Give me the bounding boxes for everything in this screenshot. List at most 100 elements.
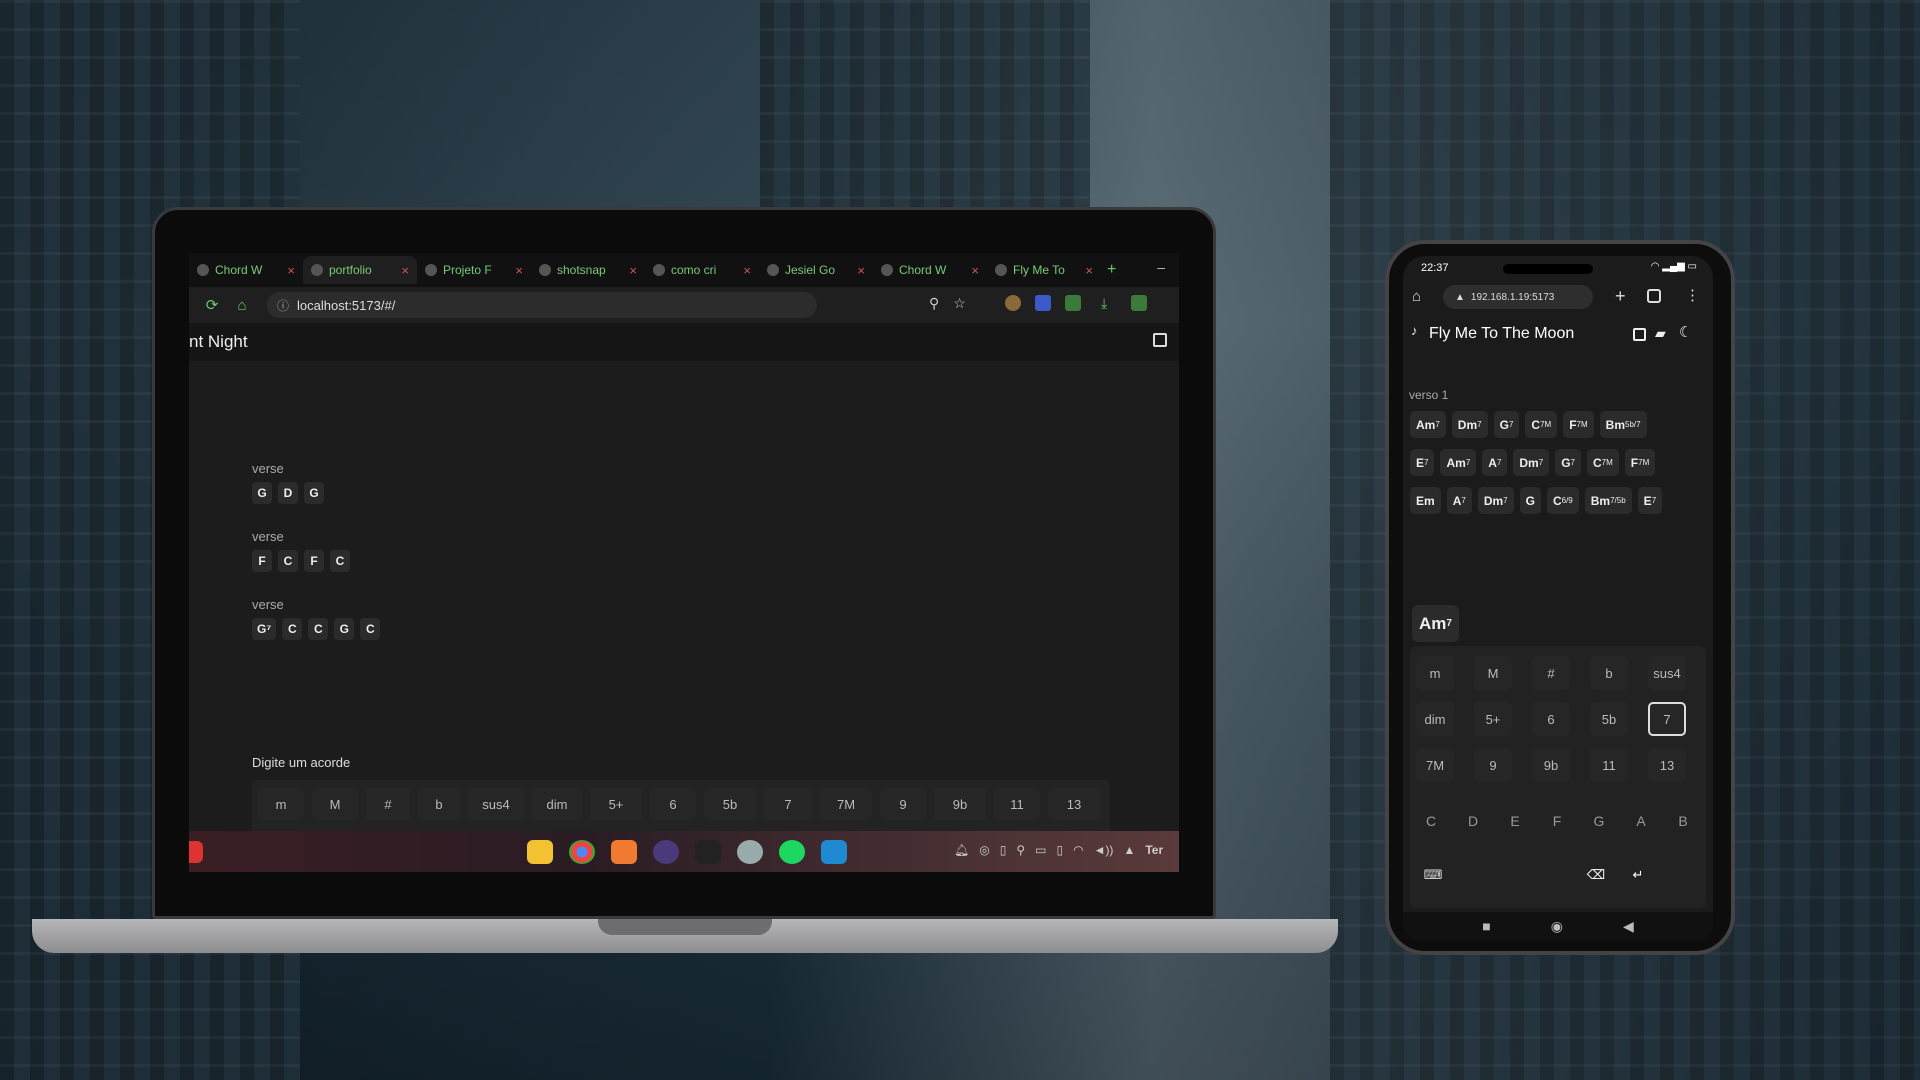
- note-key[interactable]: B: [1668, 804, 1698, 838]
- enter-icon[interactable]: ↵: [1620, 858, 1656, 892]
- chord-chip[interactable]: F 7M: [1624, 449, 1656, 476]
- folder-icon[interactable]: ▰: [1655, 325, 1666, 342]
- modifier-key[interactable]: 5+: [590, 788, 642, 820]
- browser-tab[interactable]: Chord W ×: [873, 256, 987, 284]
- browser-tab[interactable]: portfolio ×: [303, 256, 417, 284]
- chord-chip[interactable]: Dm 7: [1477, 487, 1514, 514]
- modifier-key[interactable]: 7: [1648, 702, 1686, 736]
- save-icon[interactable]: [1153, 333, 1167, 347]
- modifier-key[interactable]: 9b: [1532, 748, 1570, 782]
- keyboard-toggle-icon[interactable]: ⌨: [1416, 858, 1450, 892]
- chrome-icon[interactable]: [569, 840, 595, 864]
- spotify-icon[interactable]: [779, 840, 805, 864]
- menu-icon[interactable]: ⋮: [1685, 286, 1700, 304]
- close-tab-icon[interactable]: ×: [629, 263, 637, 278]
- chord-chip[interactable]: Am 7: [1410, 411, 1446, 438]
- modifier-key[interactable]: 13: [1648, 748, 1686, 782]
- download-icon[interactable]: ⤓: [1101, 295, 1117, 311]
- files-icon[interactable]: [527, 840, 553, 864]
- chord-chip[interactable]: G: [252, 482, 272, 504]
- tab-switcher-icon[interactable]: [1647, 289, 1661, 303]
- chevron-up-icon[interactable]: ▲: [1123, 843, 1135, 857]
- modifier-key[interactable]: m: [258, 788, 304, 820]
- chord-chip[interactable]: C: [278, 550, 298, 572]
- modifier-key[interactable]: 9: [1474, 748, 1512, 782]
- site-info-icon[interactable]: ⓘ: [277, 297, 289, 314]
- modifier-key[interactable]: b: [1590, 656, 1628, 690]
- wifi-icon[interactable]: ◠: [1073, 843, 1083, 857]
- save-icon[interactable]: [1633, 328, 1646, 341]
- bookmark-star-icon[interactable]: ☆: [953, 295, 966, 312]
- modifier-key[interactable]: M: [1474, 656, 1512, 690]
- modifier-key[interactable]: M: [312, 788, 358, 820]
- close-tab-icon[interactable]: ×: [857, 263, 865, 278]
- modifier-key[interactable]: 11: [994, 788, 1040, 820]
- reload-icon[interactable]: ⟳: [197, 296, 227, 314]
- app-store-icon[interactable]: [611, 840, 637, 864]
- location-icon[interactable]: ⚲: [1016, 843, 1025, 857]
- volume-icon[interactable]: ◄)): [1094, 843, 1114, 857]
- chord-chip[interactable]: F: [304, 550, 324, 572]
- extension-icon[interactable]: [1035, 295, 1051, 311]
- note-key[interactable]: F: [1542, 804, 1572, 838]
- chord-chip[interactable]: Dm 7: [1451, 411, 1488, 438]
- chord-chip[interactable]: E7: [1410, 449, 1435, 476]
- chord-chip[interactable]: Bm 5b/7: [1599, 411, 1647, 438]
- chord-chip[interactable]: C: [282, 618, 303, 640]
- modifier-key[interactable]: dim: [1416, 702, 1454, 736]
- recents-icon[interactable]: ■: [1482, 918, 1490, 934]
- terminal-icon[interactable]: [695, 840, 721, 864]
- close-tab-icon[interactable]: ×: [515, 263, 523, 278]
- chord-chip[interactable]: C 6/9: [1546, 487, 1579, 514]
- chord-chip[interactable]: G7: [1555, 449, 1581, 476]
- phone-address-bar[interactable]: ▲ 192.168.1.19:5173: [1443, 285, 1593, 309]
- battery-icon[interactable]: ▭: [1035, 843, 1046, 857]
- modifier-key[interactable]: #: [1532, 656, 1570, 690]
- browser-tab[interactable]: Chord W ×: [189, 256, 303, 284]
- chord-chip[interactable]: G: [304, 482, 324, 504]
- browser-tab[interactable]: Projeto F ×: [417, 256, 531, 284]
- chord-chip[interactable]: D: [278, 482, 298, 504]
- close-tab-icon[interactable]: ×: [971, 263, 979, 278]
- chord-chip[interactable]: Bm 7/5b: [1584, 487, 1632, 514]
- browser-tab[interactable]: Jesiel Go ×: [759, 256, 873, 284]
- back-icon[interactable]: ◀: [1623, 918, 1634, 935]
- browser-tab[interactable]: como cri ×: [645, 256, 759, 284]
- modifier-key[interactable]: 5b: [1590, 702, 1628, 736]
- extensions-puzzle-icon[interactable]: [1065, 295, 1081, 311]
- browser-tab[interactable]: Fly Me To ×: [987, 256, 1101, 284]
- modifier-key[interactable]: b: [418, 788, 460, 820]
- settings-icon[interactable]: [737, 840, 763, 864]
- modifier-key[interactable]: #: [366, 788, 410, 820]
- modifier-key[interactable]: 7M: [820, 788, 872, 820]
- modifier-key[interactable]: 5+: [1474, 702, 1512, 736]
- note-key[interactable]: A: [1626, 804, 1656, 838]
- home-icon[interactable]: ⌂: [227, 297, 257, 314]
- chord-chip[interactable]: G: [334, 618, 355, 640]
- modifier-key[interactable]: dim: [532, 788, 582, 820]
- chord-chip[interactable]: Dm 7: [1513, 449, 1550, 476]
- browser-tab[interactable]: shotsnap ×: [531, 256, 645, 284]
- chord-chip[interactable]: F: [252, 550, 272, 572]
- chord-chip[interactable]: G⁷: [252, 618, 277, 640]
- device-icon[interactable]: ▯: [1056, 843, 1063, 857]
- modifier-key[interactable]: 9: [880, 788, 926, 820]
- close-tab-icon[interactable]: ×: [1085, 263, 1093, 278]
- vscode-icon[interactable]: [821, 840, 847, 864]
- home-icon[interactable]: ⌂: [1412, 288, 1421, 305]
- app-icon[interactable]: [189, 841, 203, 863]
- chord-chip[interactable]: C: [330, 550, 350, 572]
- new-tab-icon[interactable]: +: [1107, 261, 1116, 279]
- extension-icon[interactable]: [1005, 295, 1021, 311]
- modifier-key[interactable]: 5b: [704, 788, 756, 820]
- chord-chip[interactable]: A7: [1446, 487, 1472, 514]
- note-key[interactable]: D: [1458, 804, 1488, 838]
- chord-chip[interactable]: C 7M: [1586, 449, 1619, 476]
- chord-chip[interactable]: C 7M: [1525, 411, 1558, 438]
- close-tab-icon[interactable]: ×: [287, 263, 295, 278]
- modifier-key[interactable]: 9b: [934, 788, 986, 820]
- chord-chip[interactable]: F 7M: [1563, 411, 1594, 438]
- screenshot-icon[interactable]: [653, 840, 679, 864]
- modifier-key[interactable]: 11: [1590, 748, 1628, 782]
- new-tab-icon[interactable]: +: [1615, 286, 1626, 307]
